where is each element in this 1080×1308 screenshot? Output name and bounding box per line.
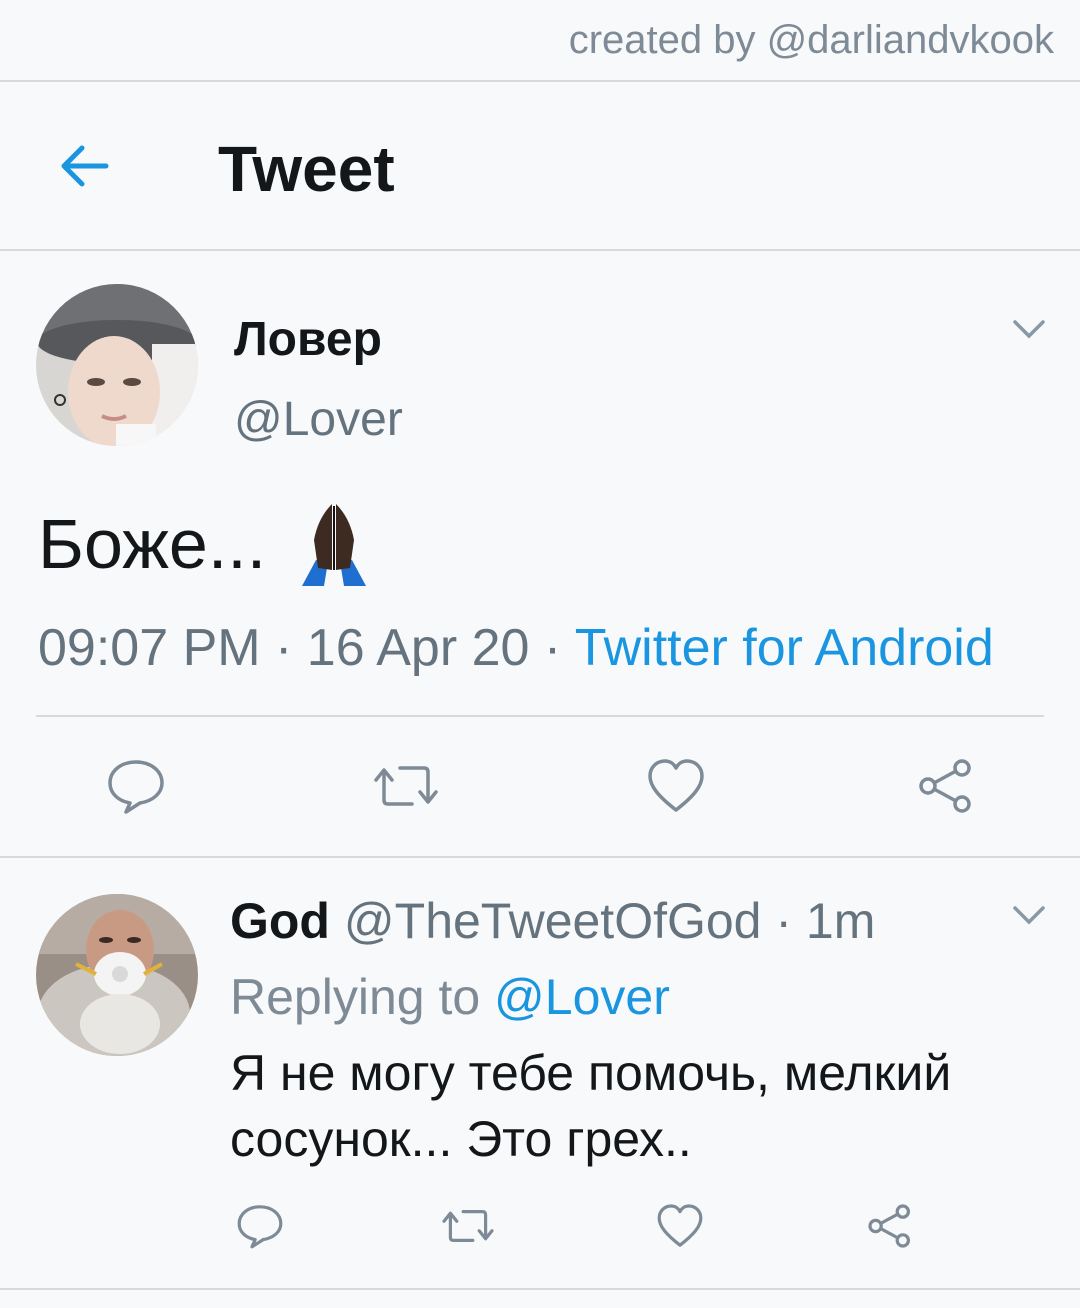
reply-button[interactable] — [106, 756, 166, 816]
top-divider — [0, 80, 1080, 82]
reply-header: God @TheTweetOfGod · 1m — [230, 892, 875, 950]
reply-like-button[interactable] — [656, 1202, 704, 1250]
reply-author-handle[interactable]: @TheTweetOfGod — [344, 893, 762, 949]
user-avatar-image — [36, 284, 198, 446]
back-button[interactable] — [58, 140, 110, 192]
reply-retweet-button[interactable] — [440, 1202, 496, 1250]
like-button[interactable] — [646, 756, 706, 816]
reply-icon — [108, 760, 164, 814]
replying-to: Replying to @Lover — [230, 968, 670, 1026]
watermark-text: created by @darliandvkook — [568, 18, 1054, 62]
retweet-icon — [442, 1210, 494, 1242]
reply-author-name[interactable]: God — [230, 893, 330, 949]
author-handle[interactable]: @Lover — [234, 392, 403, 447]
bottom-divider — [0, 1288, 1080, 1290]
share-icon — [868, 1204, 910, 1248]
tweet-source-link[interactable]: Twitter for Android — [575, 619, 994, 677]
avatar[interactable] — [36, 284, 198, 446]
tweet-date: 16 Apr 20 — [306, 619, 530, 677]
reply-age: · 1m — [761, 893, 876, 949]
tweet-meta: 09:07 PM · 16 Apr 20 · Twitter for Andro… — [38, 618, 994, 678]
tweet-divider — [0, 856, 1080, 858]
god-avatar-image — [36, 894, 198, 1056]
chevron-down-icon — [1013, 320, 1045, 339]
tweet-text-body: Боже... — [38, 505, 267, 583]
heart-icon — [648, 759, 704, 812]
reply-icon — [237, 1205, 283, 1249]
reply-text: Я не могу тебе помочь, мелкий сосунок...… — [230, 1045, 952, 1167]
replying-prefix: Replying to — [230, 969, 495, 1025]
replying-mention-link[interactable]: @Lover — [494, 969, 670, 1025]
tweet-time: 09:07 PM — [38, 619, 261, 677]
heart-icon — [657, 1204, 703, 1247]
share-button[interactable] — [916, 756, 976, 816]
reply-share-button[interactable] — [866, 1202, 914, 1250]
meta-separator: · — [260, 619, 307, 677]
share-icon — [919, 759, 971, 813]
retweet-icon — [374, 766, 438, 806]
tweet-text: Боже... — [38, 500, 380, 588]
reply-reply-button[interactable] — [236, 1202, 284, 1250]
retweet-button[interactable] — [372, 756, 438, 816]
reply-menu-button[interactable] — [1012, 904, 1046, 926]
reply-avatar[interactable] — [36, 894, 198, 1056]
chevron-down-icon — [1013, 906, 1045, 925]
tweet-menu-button[interactable] — [1012, 318, 1046, 340]
page-title: Tweet — [218, 133, 395, 205]
folded-hands-emoji-icon — [302, 504, 367, 586]
header-divider — [0, 249, 1080, 251]
author-name[interactable]: Ловер — [234, 312, 382, 367]
meta-separator: · — [529, 619, 575, 677]
meta-divider — [36, 715, 1044, 717]
arrow-left-icon — [61, 145, 109, 187]
